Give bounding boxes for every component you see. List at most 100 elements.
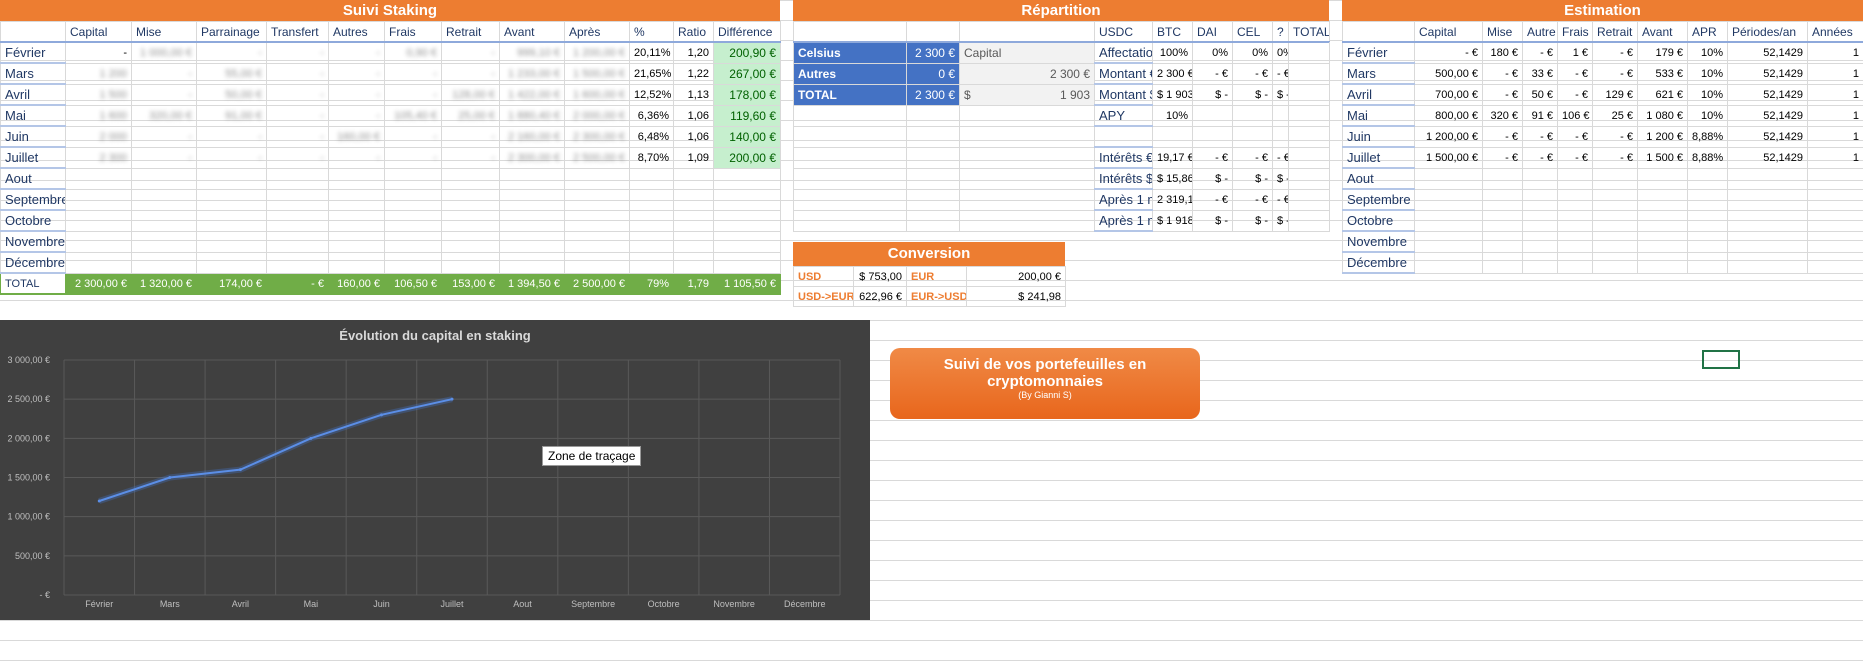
est-cell[interactable]: - €	[1592, 146, 1638, 169]
rep-side-value[interactable]: 2 300 €	[906, 41, 960, 64]
staking-cell[interactable]: 160,00 €	[328, 125, 385, 148]
est-cell[interactable]: 1 080 €	[1637, 104, 1688, 127]
chart-point[interactable]	[309, 436, 313, 440]
rep-cell[interactable]	[1288, 83, 1330, 106]
staking-cell[interactable]	[384, 209, 442, 232]
est-cell[interactable]: - €	[1482, 62, 1523, 85]
est-cell[interactable]: - €	[1522, 125, 1558, 148]
est-cell[interactable]: 52,1429	[1727, 62, 1808, 85]
staking-cell[interactable]: 1,13	[673, 83, 714, 106]
staking-cell[interactable]	[328, 230, 385, 253]
rep-cell[interactable]: $ -	[1272, 83, 1289, 106]
staking-cell[interactable]: 1,09	[673, 146, 714, 169]
rep-cell[interactable]: 19,17 €	[1152, 146, 1193, 169]
rep-cell[interactable]	[1272, 125, 1289, 148]
staking-cell[interactable]	[196, 209, 267, 232]
staking-cell[interactable]: -	[266, 83, 329, 106]
staking-cell[interactable]	[65, 167, 132, 190]
est-cell[interactable]: - €	[1522, 41, 1558, 64]
est-cell[interactable]	[1414, 230, 1483, 253]
staking-cell[interactable]	[65, 230, 132, 253]
staking-cell[interactable]: 200,90 €	[713, 41, 781, 64]
staking-cell[interactable]	[384, 230, 442, 253]
staking-cell[interactable]: -	[266, 146, 329, 169]
est-cell[interactable]: 179 €	[1637, 41, 1688, 64]
staking-cell[interactable]	[499, 209, 565, 232]
staking-cell[interactable]	[629, 230, 674, 253]
est-cell[interactable]	[1557, 167, 1593, 190]
rep-cell[interactable]	[1232, 104, 1273, 127]
staking-cell[interactable]: 267,00 €	[713, 62, 781, 85]
staking-cell[interactable]	[499, 230, 565, 253]
rep-cell[interactable]: - €	[1232, 62, 1273, 85]
est-cell[interactable]: 52,1429	[1727, 125, 1808, 148]
staking-cell[interactable]: 119,60 €	[713, 104, 781, 127]
staking-total-cell[interactable]: 106,50 €	[384, 272, 442, 295]
staking-cell[interactable]: -	[328, 41, 385, 64]
est-cell[interactable]	[1687, 230, 1728, 253]
rep-cell[interactable]: $ 15,86	[1152, 167, 1193, 190]
staking-cell[interactable]: -	[131, 83, 197, 106]
est-cell[interactable]	[1522, 230, 1558, 253]
staking-cell[interactable]	[65, 209, 132, 232]
est-cell[interactable]: - €	[1482, 83, 1523, 106]
est-cell[interactable]: - €	[1482, 146, 1523, 169]
conversion-eur-usd-value[interactable]: $ 241,98	[966, 286, 1066, 307]
staking-cell[interactable]	[384, 167, 442, 190]
est-cell[interactable]	[1807, 209, 1863, 232]
staking-cell[interactable]: 2 300,00 €	[499, 146, 565, 169]
staking-cell[interactable]: 1 422,00 €	[499, 83, 565, 106]
est-cell[interactable]: - €	[1557, 146, 1593, 169]
staking-cell[interactable]: -	[65, 41, 132, 64]
est-cell[interactable]	[1482, 230, 1523, 253]
rep-cell[interactable]: - €	[1232, 188, 1273, 211]
est-cell[interactable]	[1727, 209, 1808, 232]
est-cell[interactable]: 1	[1807, 62, 1863, 85]
rep-empty-cell[interactable]	[959, 146, 1095, 169]
staking-cell[interactable]	[328, 188, 385, 211]
rep-cell[interactable]	[1288, 41, 1330, 64]
est-cell[interactable]: 533 €	[1637, 62, 1688, 85]
staking-cell[interactable]: -	[266, 62, 329, 85]
staking-cell[interactable]: 6,36%	[629, 104, 674, 127]
rep-empty-cell[interactable]	[959, 167, 1095, 190]
staking-cell[interactable]: -	[441, 62, 500, 85]
staking-cell[interactable]: -	[328, 83, 385, 106]
staking-cell[interactable]: 2 300	[65, 146, 132, 169]
staking-cell[interactable]: -	[196, 125, 267, 148]
chart-point[interactable]	[238, 468, 242, 472]
staking-cell[interactable]: 2 160,00 €	[499, 125, 565, 148]
selected-cell[interactable]	[1702, 350, 1740, 369]
est-cell[interactable]: 52,1429	[1727, 83, 1808, 106]
staking-cell[interactable]: -	[266, 125, 329, 148]
staking-cell[interactable]: 1 000,00 €	[131, 41, 197, 64]
staking-cell[interactable]: 12,52%	[629, 83, 674, 106]
staking-cell[interactable]: -	[266, 104, 329, 127]
rep-cell[interactable]	[1288, 62, 1330, 85]
est-cell[interactable]	[1522, 251, 1558, 274]
staking-cell[interactable]	[131, 188, 197, 211]
rep-cell[interactable]: $ 1 903	[1152, 83, 1193, 106]
staking-cell[interactable]: 8,70%	[629, 146, 674, 169]
est-cell[interactable]	[1687, 209, 1728, 232]
rep-cell[interactable]: $ -	[1232, 167, 1273, 190]
est-cell[interactable]	[1557, 209, 1593, 232]
staking-cell[interactable]: 1,06	[673, 104, 714, 127]
staking-cell[interactable]	[713, 209, 781, 232]
rep-cell[interactable]: 2 319,17 €	[1152, 188, 1193, 211]
est-cell[interactable]: 800,00 €	[1414, 104, 1483, 127]
staking-cell[interactable]: 2 000	[65, 125, 132, 148]
staking-cell[interactable]	[65, 188, 132, 211]
staking-cell[interactable]	[196, 251, 267, 274]
staking-cell[interactable]: 2 300,00 €	[564, 125, 630, 148]
rep-cell[interactable]: - €	[1192, 188, 1233, 211]
staking-cell[interactable]	[65, 251, 132, 274]
rep-side-extra[interactable]: $ 1 903	[959, 83, 1095, 106]
staking-cell[interactable]: 2 000,00 €	[564, 104, 630, 127]
est-cell[interactable]	[1414, 167, 1483, 190]
est-cell[interactable]: 10%	[1687, 83, 1728, 106]
rep-cell[interactable]: $ -	[1192, 167, 1233, 190]
est-cell[interactable]	[1807, 188, 1863, 211]
est-cell[interactable]	[1522, 188, 1558, 211]
staking-cell[interactable]: 25,00 €	[441, 104, 500, 127]
